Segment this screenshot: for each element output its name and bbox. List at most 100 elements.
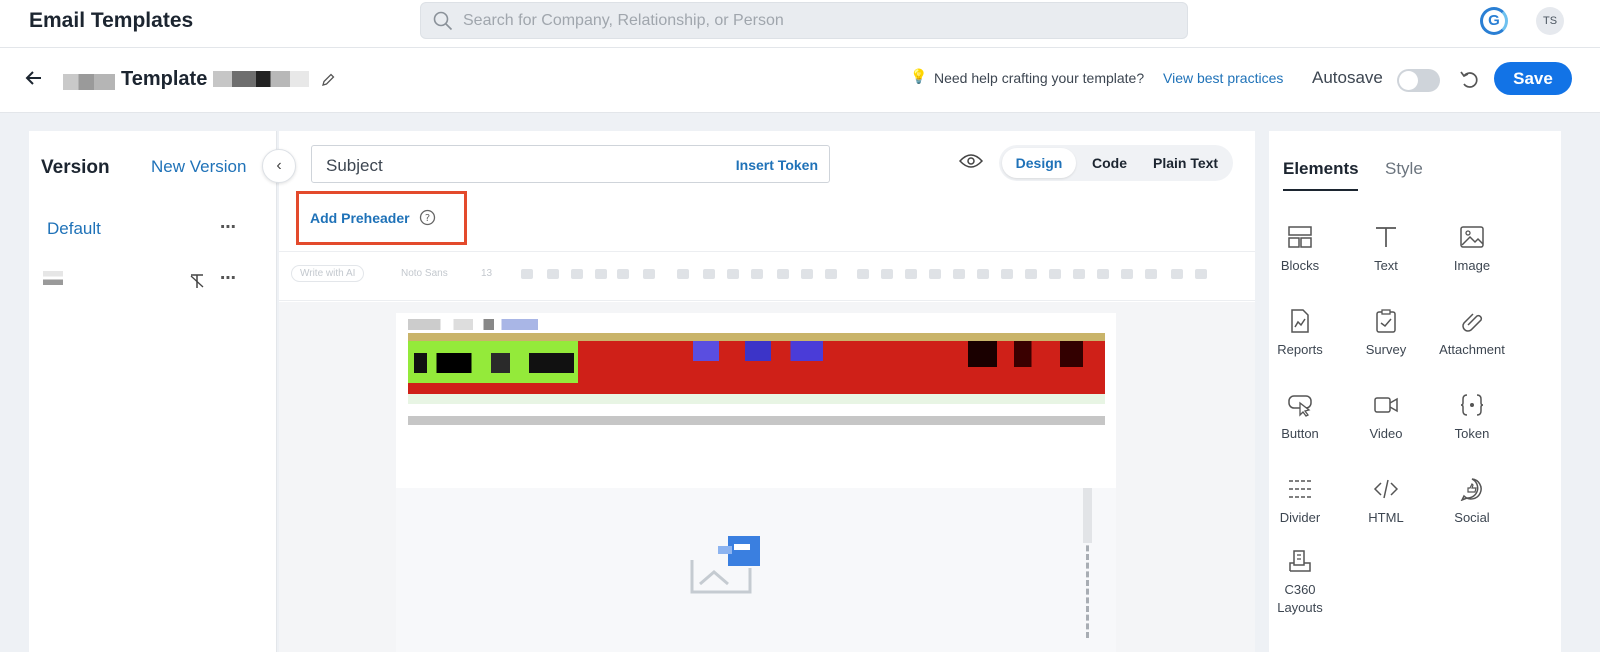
justify-icon[interactable] — [751, 269, 763, 279]
resize-handle[interactable] — [1086, 528, 1089, 638]
element-label: Blocks — [1280, 258, 1320, 273]
element-label: Token — [1454, 426, 1490, 441]
subject-label: Subject — [326, 156, 383, 175]
element-label: Survey — [1365, 342, 1407, 357]
outdent-icon[interactable] — [801, 269, 813, 279]
link-icon[interactable] — [1001, 269, 1013, 279]
editor-mode-switch: Design Code Plain Text — [999, 145, 1233, 181]
element-button[interactable]: Button — [1257, 393, 1343, 443]
search-bar[interactable] — [420, 2, 1188, 39]
add-preheader-link[interactable]: Add Preheader — [310, 210, 410, 226]
element-label: C360 Layouts — [1277, 582, 1323, 615]
bold-icon[interactable] — [571, 269, 583, 279]
more-options-icon[interactable]: ⋯ — [220, 268, 237, 288]
autosave-label: Autosave — [1312, 68, 1383, 87]
preview-eye-icon[interactable] — [959, 153, 983, 169]
mode-code-tab[interactable]: Code — [1092, 155, 1127, 171]
insert-report-icon[interactable] — [1097, 269, 1109, 279]
align-right-icon[interactable] — [727, 269, 739, 279]
undo-icon[interactable] — [1458, 68, 1480, 90]
font-color-icon[interactable] — [521, 269, 533, 279]
text-style-icon[interactable] — [643, 269, 655, 279]
insert-survey-icon[interactable] — [1121, 269, 1133, 279]
more-options-icon[interactable]: ⋯ — [220, 217, 237, 237]
element-text[interactable]: Text — [1343, 225, 1429, 275]
gainsight-logo-icon[interactable]: G — [1480, 7, 1508, 35]
text-format-icon[interactable] — [977, 269, 989, 279]
autosave-toggle[interactable] — [1397, 69, 1440, 92]
line-height-icon[interactable] — [825, 269, 837, 279]
email-divider — [408, 394, 1105, 404]
social-icon — [1460, 478, 1482, 501]
align-center-icon[interactable] — [703, 269, 715, 279]
element-divider[interactable]: Divider — [1257, 477, 1343, 527]
toolbar-undo-icon[interactable] — [1171, 269, 1183, 279]
italic-icon[interactable] — [595, 269, 607, 279]
save-button[interactable]: Save — [1494, 62, 1572, 95]
element-label: Button — [1281, 426, 1319, 441]
token-icon — [1460, 394, 1484, 416]
help-circle-icon[interactable]: ? — [419, 209, 436, 226]
underline-icon[interactable] — [617, 269, 629, 279]
tab-style[interactable]: Style — [1385, 159, 1423, 179]
email-body-preview[interactable] — [396, 313, 1116, 652]
insert-video-icon[interactable] — [1049, 269, 1061, 279]
element-label: HTML — [1368, 510, 1404, 525]
element-blocks[interactable]: Blocks — [1257, 225, 1343, 275]
numbered-list-icon[interactable] — [881, 269, 893, 279]
mode-design-tab[interactable]: Design — [1002, 148, 1076, 178]
element-reports[interactable]: Reports — [1257, 309, 1343, 359]
element-html[interactable]: HTML — [1343, 477, 1429, 527]
case-icon[interactable] — [905, 269, 917, 279]
redacted-text — [414, 353, 574, 373]
highlight-icon[interactable] — [547, 269, 559, 279]
element-label: Video — [1369, 426, 1403, 441]
attachment-icon — [1462, 313, 1483, 332]
insert-image-icon[interactable] — [1025, 269, 1037, 279]
insert-token-icon[interactable] — [1073, 269, 1085, 279]
best-practices-link[interactable]: View best practices — [1163, 70, 1283, 86]
subscript-icon[interactable] — [953, 269, 965, 279]
element-token[interactable]: Token — [1429, 393, 1515, 443]
svg-text:?: ? — [425, 213, 430, 224]
indent-icon[interactable] — [777, 269, 789, 279]
redacted-text — [43, 271, 63, 285]
clear-icon[interactable] — [929, 269, 941, 279]
back-arrow-icon[interactable] — [24, 68, 44, 88]
write-with-ai-button[interactable]: Write with AI — [291, 265, 365, 282]
insert-token-button[interactable]: Insert Token — [736, 157, 818, 173]
bullet-list-icon[interactable] — [857, 269, 869, 279]
new-version-button[interactable]: New Version — [151, 157, 246, 177]
button-icon — [1288, 395, 1312, 417]
c360-layouts-icon — [1289, 550, 1311, 572]
blocks-icon — [1288, 226, 1312, 248]
font-select[interactable]: Noto Sans — [401, 268, 448, 279]
align-left-icon[interactable] — [677, 269, 689, 279]
email-divider — [408, 416, 1105, 425]
survey-icon — [1376, 309, 1396, 333]
element-label: Text — [1374, 258, 1398, 273]
user-avatar[interactable]: TS — [1536, 7, 1564, 35]
element-social[interactable]: Social — [1429, 477, 1515, 527]
reports-icon — [1291, 309, 1309, 333]
element-c360-layouts[interactable]: C360 Layouts — [1257, 549, 1343, 617]
subject-field[interactable]: Subject Insert Token — [311, 145, 830, 183]
element-attachment[interactable]: Attachment — [1429, 309, 1515, 359]
element-survey[interactable]: Survey — [1343, 309, 1429, 359]
element-image[interactable]: Image — [1429, 225, 1515, 275]
version-item-default[interactable]: Default — [47, 219, 101, 239]
search-icon — [433, 11, 453, 31]
tab-elements[interactable]: Elements — [1283, 159, 1359, 179]
video-icon — [1374, 397, 1398, 413]
edit-pencil-icon[interactable] — [320, 72, 336, 88]
mode-plain-text-tab[interactable]: Plain Text — [1153, 155, 1218, 171]
formatting-toolbar: Write with AI Noto Sans 13 — [279, 251, 1255, 301]
toolbar-redo-icon[interactable] — [1195, 269, 1207, 279]
emoji-icon[interactable] — [1145, 269, 1157, 279]
element-video[interactable]: Video — [1343, 393, 1429, 443]
collapse-panel-button[interactable]: ‹ — [262, 149, 296, 183]
search-input[interactable] — [463, 3, 1163, 38]
clear-format-icon[interactable] — [188, 272, 206, 290]
font-size-select[interactable]: 13 — [481, 268, 492, 279]
redacted-text — [408, 319, 538, 330]
